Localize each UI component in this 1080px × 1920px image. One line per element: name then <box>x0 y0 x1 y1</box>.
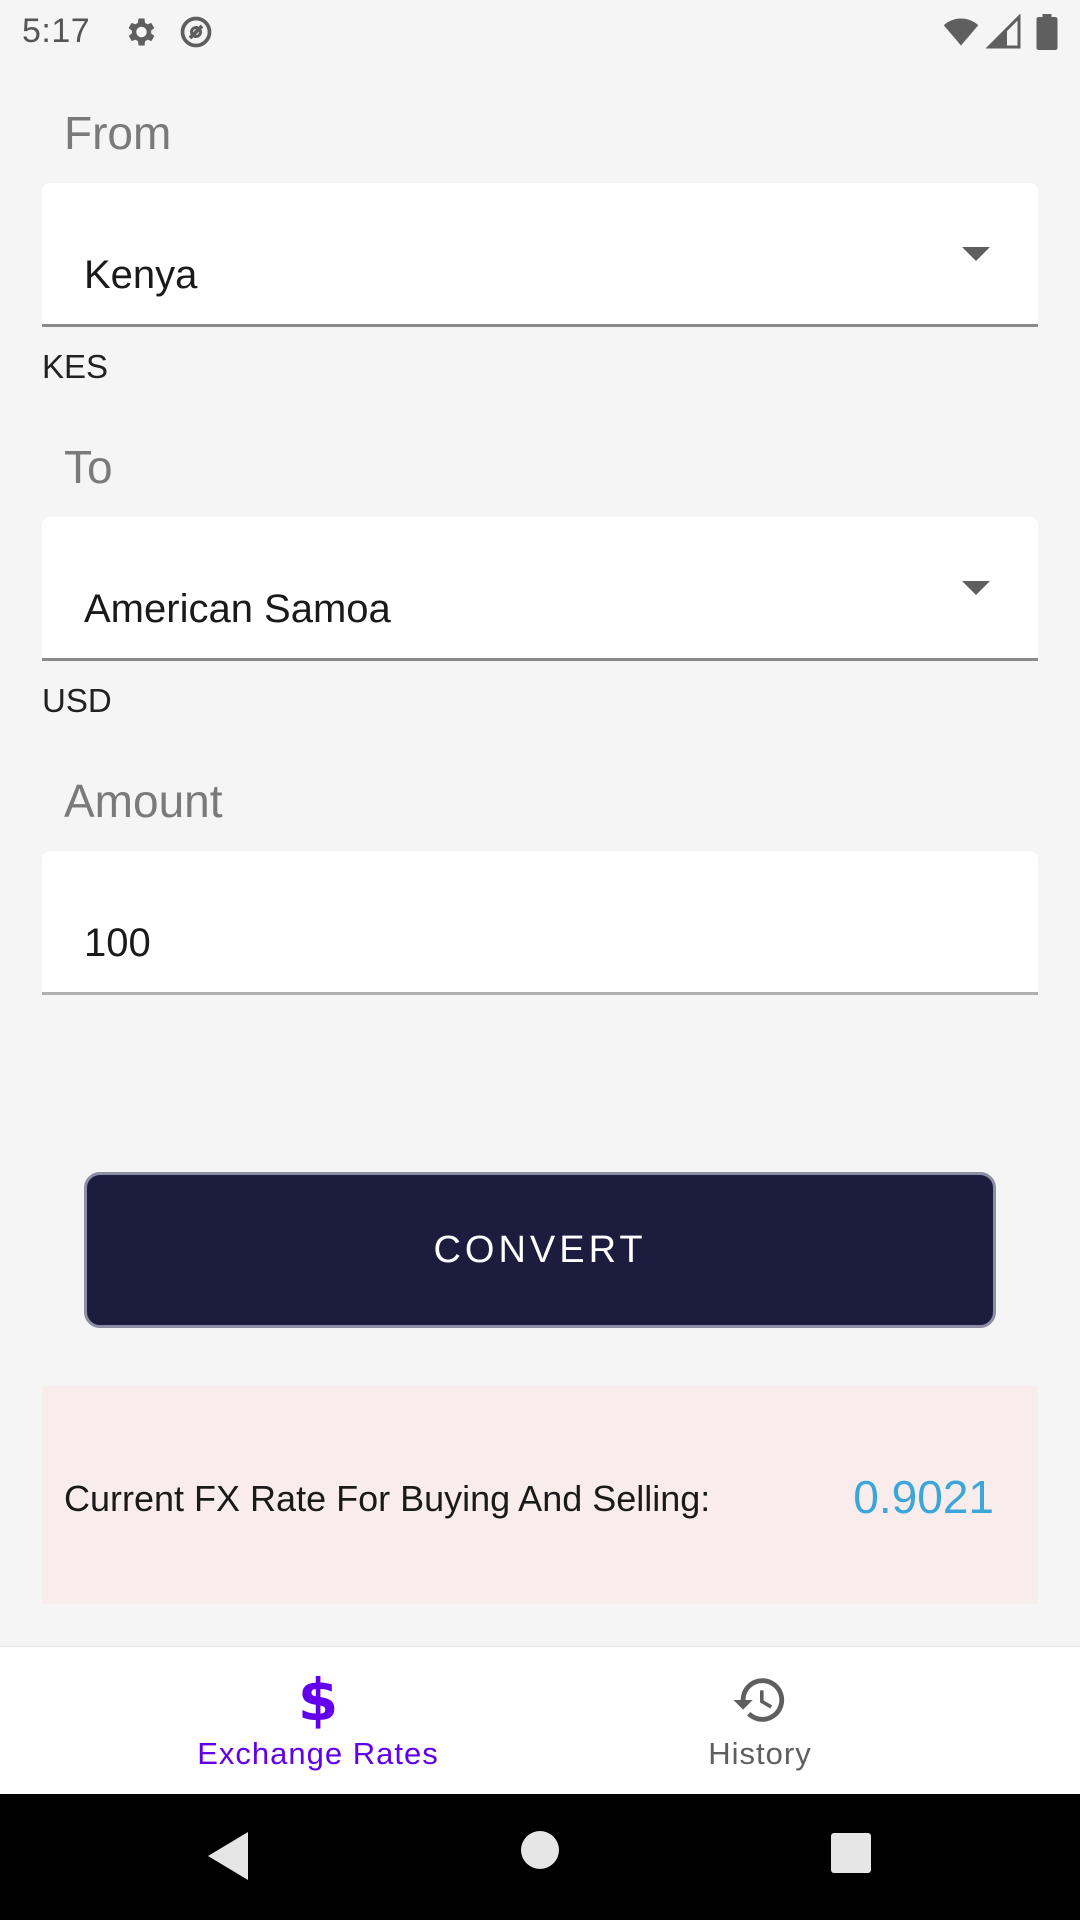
do-not-disturb-icon <box>180 16 212 48</box>
dropdown-arrow-icon <box>962 581 990 595</box>
to-country-dropdown[interactable]: American Samoa <box>42 517 1038 661</box>
recents-icon[interactable] <box>830 1832 872 1874</box>
to-country-value: American Samoa <box>84 587 391 631</box>
system-navigation-bar <box>0 1794 1080 1920</box>
from-label: From <box>64 107 172 159</box>
amount-label: Amount <box>64 775 223 827</box>
amount-input[interactable]: 100 <box>42 851 1038 995</box>
settings-gear-icon <box>128 18 155 46</box>
status-bar: 5:17 <box>0 0 1080 64</box>
back-icon[interactable] <box>204 1830 252 1882</box>
nav-label-exchange-rates: Exchange Rates <box>197 1736 439 1771</box>
from-country-value: Kenya <box>84 253 198 297</box>
status-time: 5:17 <box>22 12 91 50</box>
to-currency-code: USD <box>42 682 112 719</box>
home-icon[interactable] <box>520 1830 560 1870</box>
convert-button[interactable]: CONVERT <box>84 1172 996 1328</box>
from-country-dropdown[interactable]: Kenya <box>42 183 1038 327</box>
battery-icon <box>1036 14 1058 50</box>
fx-rate-value: 0.9021 <box>853 1471 994 1523</box>
fx-rate-card: Current FX Rate For Buying And Selling: … <box>42 1386 1038 1604</box>
nav-item-history[interactable]: History <box>490 1647 1030 1795</box>
bottom-navigation: $ Exchange Rates History <box>0 1646 1080 1794</box>
signal-icon <box>986 14 1021 49</box>
from-currency-code: KES <box>42 348 109 385</box>
wifi-icon <box>943 18 979 46</box>
to-label: To <box>64 441 113 493</box>
fx-rate-label: Current FX Rate For Buying And Selling: <box>64 1478 711 1519</box>
dollar-icon: $ <box>297 1666 339 1734</box>
dropdown-arrow-icon <box>962 247 990 261</box>
history-icon <box>731 1670 789 1730</box>
nav-label-history: History <box>708 1736 812 1771</box>
amount-value: 100 <box>84 921 151 965</box>
